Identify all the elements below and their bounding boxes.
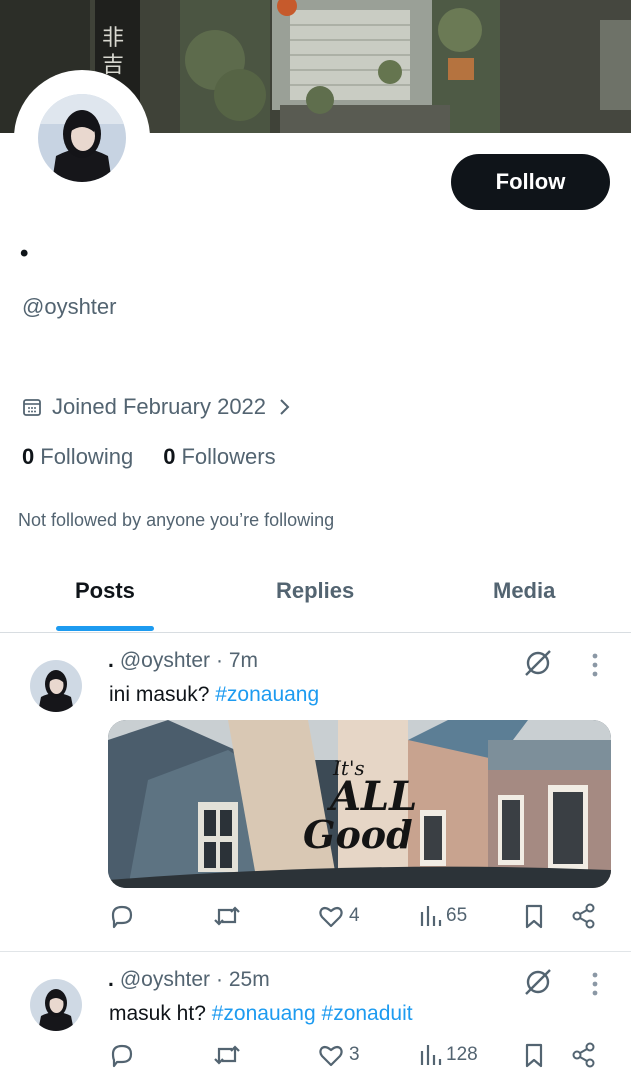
- tab-active-indicator: [56, 626, 154, 631]
- post-author-handle: @oyshter: [119, 968, 211, 991]
- repost-icon: [214, 906, 240, 926]
- grok-icon[interactable]: [521, 965, 555, 999]
- grok-icon[interactable]: [521, 646, 555, 680]
- repost-button[interactable]: [212, 1041, 242, 1069]
- not-followed-text: Not followed by anyone you’re following: [18, 510, 335, 530]
- reply-button[interactable]: [108, 1041, 136, 1069]
- followers-count: 0: [163, 444, 176, 469]
- post-actions: 4 65: [108, 902, 608, 938]
- tab-media[interactable]: Media: [493, 578, 555, 604]
- bookmark-icon: [525, 904, 543, 929]
- post-text: masuk ht? #zonauang #zonaduit: [109, 1002, 413, 1026]
- views-icon: [420, 1045, 442, 1065]
- post-body: ini masuk?: [109, 683, 210, 706]
- like-button[interactable]: 4: [317, 902, 360, 930]
- joined-date: Joined February 2022: [52, 394, 267, 419]
- post-avatar[interactable]: [30, 979, 82, 1031]
- reply-icon: [111, 905, 133, 929]
- post-item[interactable]: . @oyshter · 25m masuk ht? #zonauang #zo…: [0, 953, 631, 1080]
- following-link[interactable]: 0 Following: [22, 444, 133, 470]
- profile-handle: @oyshter: [22, 294, 117, 319]
- views-button[interactable]: 65: [418, 902, 467, 930]
- profile-avatar[interactable]: [38, 94, 126, 182]
- post-author-name: .: [108, 968, 114, 991]
- followers-label: Followers: [181, 444, 276, 469]
- following-count: 0: [22, 444, 35, 469]
- like-count: 3: [349, 1044, 360, 1065]
- follow-counts: 0 Following 0 Followers: [22, 444, 276, 470]
- followers-link[interactable]: 0 Followers: [163, 444, 275, 470]
- post-body: masuk ht?: [109, 1002, 206, 1025]
- share-button[interactable]: [570, 902, 598, 930]
- post-author-name: .: [108, 649, 114, 672]
- profile-tabs: Posts Replies Media: [0, 560, 631, 633]
- post-author-handle: @oyshter: [119, 649, 211, 672]
- follow-button[interactable]: Follow: [451, 154, 610, 210]
- reply-icon: [111, 1044, 133, 1068]
- repost-icon: [214, 1045, 240, 1065]
- like-icon: [319, 1045, 343, 1067]
- repost-button[interactable]: [212, 902, 242, 930]
- post-item[interactable]: . @oyshter · 7m ini masuk? #zonauang It'…: [0, 634, 631, 952]
- bookmark-button[interactable]: [522, 1041, 546, 1069]
- post-time: · 7m: [216, 649, 259, 672]
- post-media-image[interactable]: It's ALL Good: [108, 720, 611, 888]
- following-label: Following: [40, 444, 134, 469]
- like-count: 4: [349, 905, 360, 926]
- views-button[interactable]: 128: [418, 1041, 478, 1069]
- reply-button[interactable]: [108, 902, 136, 930]
- post-avatar[interactable]: [30, 660, 82, 712]
- post-meta: . @oyshter · 25m: [108, 968, 270, 992]
- views-count: 65: [446, 905, 468, 926]
- media-text-line3: Good: [303, 812, 413, 857]
- tab-posts[interactable]: Posts: [75, 578, 135, 604]
- bookmark-icon: [525, 1043, 543, 1068]
- hashtag-link[interactable]: #zonaduit: [322, 1002, 413, 1025]
- more-icon[interactable]: [590, 971, 600, 997]
- post-time: · 25m: [216, 968, 270, 991]
- post-meta: . @oyshter · 7m: [108, 649, 258, 673]
- chevron-right-icon: [280, 399, 290, 415]
- like-button[interactable]: 3: [317, 1041, 360, 1069]
- post-text: ini masuk? #zonauang: [109, 683, 319, 707]
- more-icon[interactable]: [590, 652, 600, 678]
- tab-replies[interactable]: Replies: [276, 578, 354, 604]
- like-icon: [319, 906, 343, 928]
- hashtag-link[interactable]: #zonauang: [212, 1002, 316, 1025]
- display-name: •: [20, 240, 29, 267]
- bookmark-button[interactable]: [522, 902, 546, 930]
- post-actions: 3 128: [108, 1041, 608, 1077]
- hashtag-link[interactable]: #zonauang: [215, 683, 319, 706]
- share-icon: [572, 1042, 595, 1068]
- svg-text:非: 非: [102, 26, 124, 51]
- share-icon: [572, 903, 595, 929]
- views-count: 128: [446, 1044, 478, 1065]
- calendar-icon: [23, 399, 41, 416]
- share-button[interactable]: [570, 1041, 598, 1069]
- views-icon: [420, 906, 442, 926]
- joined-row[interactable]: Joined February 2022: [22, 394, 294, 420]
